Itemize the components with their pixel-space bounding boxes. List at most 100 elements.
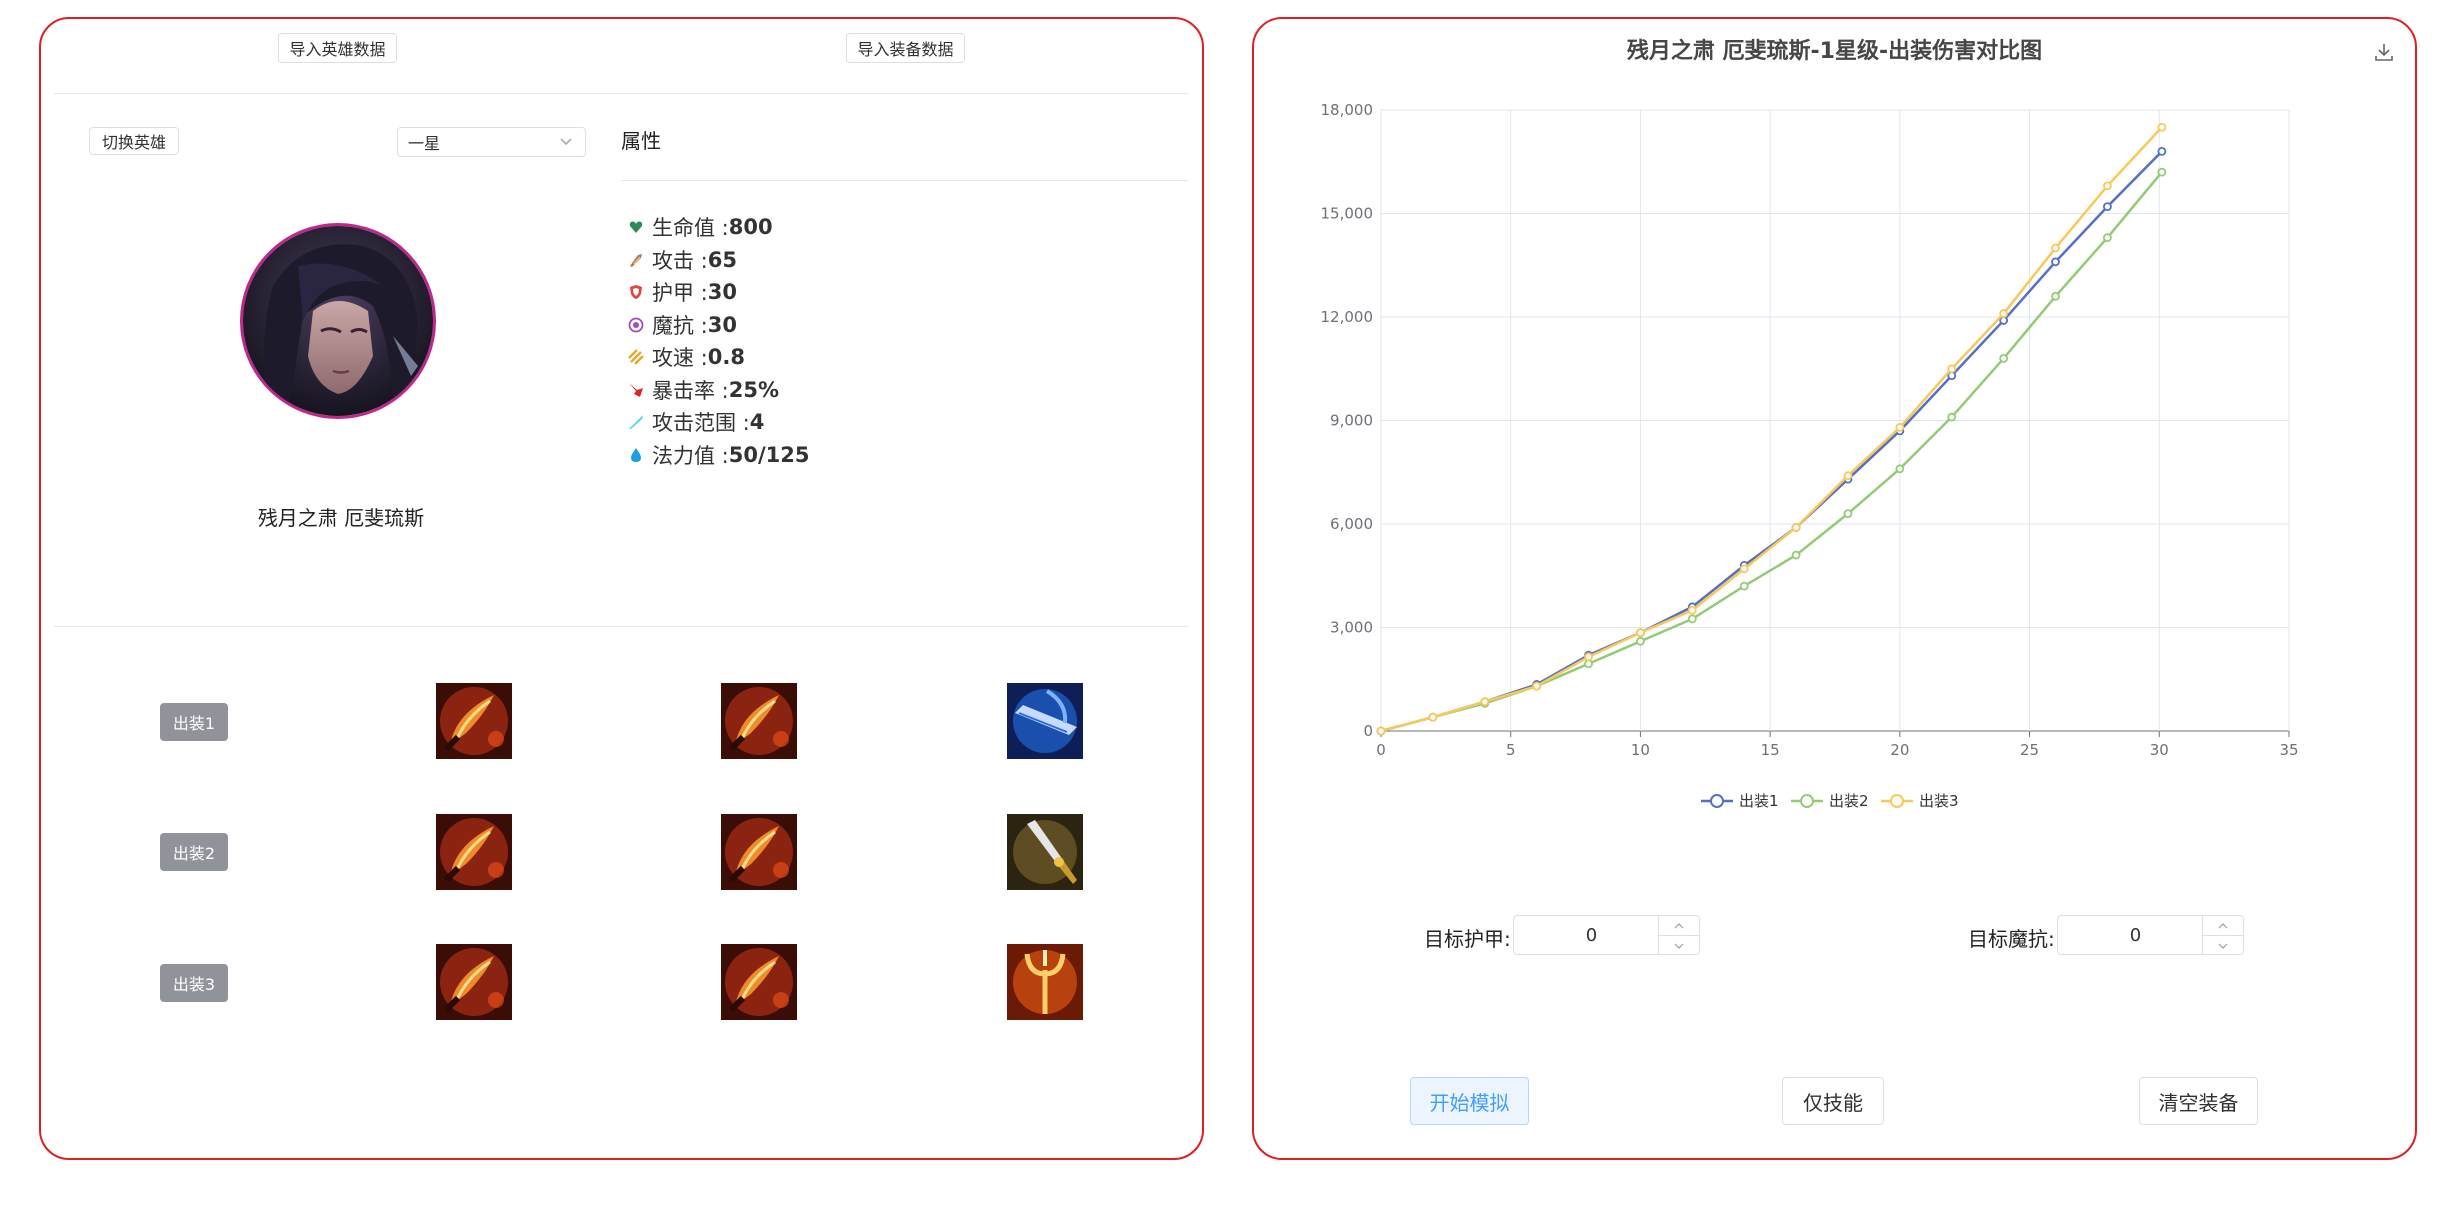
x-tick-label: 5 — [1506, 741, 1516, 759]
mana-icon — [628, 446, 644, 464]
legend-label: 出装3 — [1919, 792, 1959, 810]
attribute-row: 暴击率 : 25% — [628, 374, 810, 407]
chart-panel: 残月之肃 厄斐琉斯-1星级-出装伤害对比图 0 3,000 6,000 9,000 12… — [1252, 17, 2417, 1160]
armor-label: 目标护甲: — [1424, 927, 1511, 951]
skill-only-button[interactable]: 仅技能 — [1782, 1077, 1884, 1125]
decrement-icon[interactable] — [1659, 936, 1699, 955]
data-point — [1636, 628, 1645, 638]
attack-speed-icon — [628, 348, 644, 366]
data-point — [1636, 636, 1645, 646]
start-simulation-button[interactable]: 开始模拟 — [1410, 1077, 1529, 1125]
x-tick-label: 35 — [2279, 741, 2298, 759]
data-point — [1791, 550, 1801, 560]
hero-panel: 导入英雄数据 导入装备数据 切换英雄 一星 属性 残月之肃 厄斐琉斯 生命值:… — [39, 17, 1204, 1160]
star-select[interactable]: 一星 — [397, 127, 586, 157]
attribute-row: 魔抗 : 30 — [628, 309, 810, 342]
data-point — [2051, 291, 2060, 301]
sword-item-icon[interactable] — [721, 814, 797, 890]
mr-value[interactable]: 0 — [2058, 916, 2213, 954]
x-tick-label: 15 — [1761, 741, 1780, 759]
y-tick-label: 12,000 — [1321, 308, 1374, 326]
x-tick-label: 25 — [2020, 741, 2039, 759]
armor-input[interactable]: 0 — [1513, 915, 1700, 955]
chevron-down-icon — [560, 138, 572, 146]
legend-marker — [1710, 794, 1724, 808]
data-point — [2157, 122, 2167, 132]
legend-label: 出装2 — [1829, 792, 1869, 810]
data-point — [1376, 726, 1386, 736]
attack-icon — [628, 251, 644, 269]
data-point — [1739, 564, 1749, 574]
data-point — [1947, 364, 1957, 374]
data-point — [1687, 605, 1697, 615]
builds-divider — [54, 626, 1188, 627]
data-point — [1791, 523, 1801, 532]
import-item-button[interactable]: 导入装备数据 — [846, 33, 965, 63]
sword-item-icon[interactable] — [721, 944, 797, 1020]
attribute-row: 攻击 : 65 — [628, 244, 810, 277]
increment-icon[interactable] — [1659, 916, 1699, 936]
mr-stepper[interactable] — [2202, 916, 2243, 954]
data-point — [1480, 697, 1490, 707]
series-line-3 — [1380, 126, 2163, 733]
armor-stepper[interactable] — [1658, 916, 1699, 954]
data-point — [1895, 464, 1905, 474]
x-tick-label: 30 — [2150, 741, 2169, 759]
y-tick-label: 6,000 — [1330, 515, 1373, 533]
data-point — [1739, 581, 1749, 591]
sword-item-icon[interactable] — [721, 683, 797, 759]
data-point — [1584, 659, 1593, 669]
attributes-divider — [621, 180, 1188, 181]
armor-value[interactable]: 0 — [1514, 916, 1669, 954]
x-tick-label: 10 — [1631, 741, 1650, 759]
attribute-row: 法力值 : 50/125 — [628, 439, 810, 472]
crit-icon — [628, 381, 644, 399]
build-1-button[interactable]: 出装1 — [160, 703, 228, 741]
attribute-row: 攻速 : 0.8 — [628, 341, 810, 374]
divider — [54, 93, 1188, 94]
sword-item-icon[interactable] — [436, 814, 512, 890]
build-2-button[interactable]: 出装2 — [160, 833, 228, 871]
mr-label: 目标魔抗: — [1968, 927, 2055, 951]
legend-marker — [1800, 794, 1814, 808]
decrement-icon[interactable] — [2203, 936, 2243, 955]
data-point — [1999, 309, 2009, 318]
data-point — [1999, 353, 2009, 363]
build-3-button[interactable]: 出装3 — [160, 964, 228, 1002]
y-tick-label: 15,000 — [1321, 205, 1374, 223]
x-tick-label: 20 — [1890, 741, 1909, 759]
data-point — [1532, 681, 1542, 691]
data-point — [1428, 712, 1438, 722]
data-point — [2051, 243, 2060, 253]
series-line-2 — [1380, 171, 2163, 733]
legend-label: 出装1 — [1739, 792, 1779, 810]
data-point — [2103, 233, 2112, 243]
y-tick-label: 3,000 — [1330, 619, 1373, 637]
import-hero-button[interactable]: 导入英雄数据 — [278, 33, 397, 63]
trident-item-icon[interactable] — [1007, 944, 1083, 1020]
hero-name: 残月之肃 厄斐琉斯 — [257, 506, 425, 530]
heart-icon — [628, 218, 644, 236]
y-tick-label: 0 — [1363, 722, 1373, 740]
star-select-value: 一星 — [408, 134, 441, 153]
sword-item-icon[interactable] — [436, 683, 512, 759]
attribute-row: 攻击范围 : 4 — [628, 406, 810, 439]
legend-marker — [1890, 794, 1904, 808]
sword-item-icon[interactable] — [436, 944, 512, 1020]
mr-input[interactable]: 0 — [2057, 915, 2244, 955]
switch-hero-button[interactable]: 切换英雄 — [89, 127, 179, 155]
data-point — [2157, 146, 2167, 156]
clear-items-button[interactable]: 清空装备 — [2139, 1077, 2258, 1125]
attribute-list: 生命值 : 800 攻击 : 65 护甲 : 30 魔抗 : 30 攻速 : 0… — [628, 211, 810, 471]
magic-resist-icon — [628, 316, 644, 334]
range-icon — [628, 413, 644, 431]
y-tick-label: 9,000 — [1330, 412, 1373, 430]
data-point — [1687, 614, 1697, 624]
increment-icon[interactable] — [2203, 916, 2243, 936]
data-point — [2103, 202, 2112, 212]
armor-icon — [628, 283, 644, 301]
data-point — [2157, 167, 2167, 177]
data-point — [1843, 471, 1853, 481]
dagger-item-icon[interactable] — [1007, 814, 1083, 890]
blue-blade-item-icon[interactable] — [1007, 683, 1083, 759]
